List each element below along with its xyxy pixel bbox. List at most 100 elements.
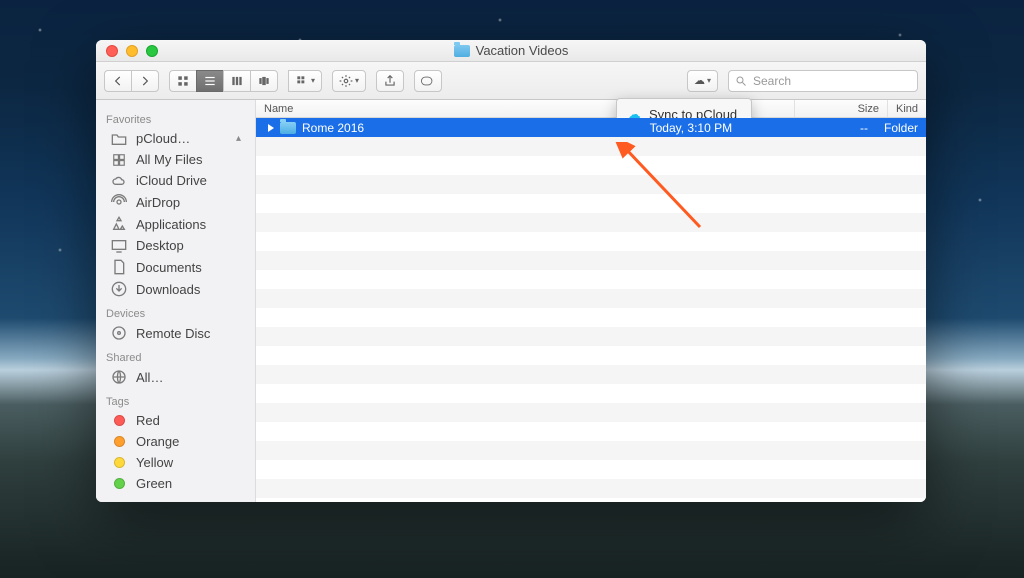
table-row[interactable] (256, 213, 926, 232)
sidebar-item-label: All My Files (136, 152, 202, 167)
disclosure-triangle-icon[interactable] (268, 124, 274, 132)
window-title-text: Vacation Videos (476, 43, 569, 58)
tag-icon (110, 436, 128, 447)
icon-view-button[interactable] (169, 70, 196, 92)
sidebar-item[interactable]: All… (96, 366, 255, 388)
chevron-left-icon (111, 74, 125, 88)
sidebar-item[interactable]: Remote Disc (96, 322, 255, 344)
cell-date: Today, 3:10 PM (642, 118, 785, 137)
view-mode-switcher (169, 70, 278, 92)
table-row[interactable]: Rome 2016Today, 3:10 PM--Folder (256, 118, 926, 137)
cell-name: Rome 2016 (256, 118, 642, 137)
sidebar-tag-item[interactable]: Yellow (96, 452, 255, 473)
arrange-button[interactable]: ▾ (288, 70, 322, 92)
tag-color-dot (114, 415, 125, 426)
file-name: Rome 2016 (302, 121, 364, 135)
sidebar-item-label: Downloads (136, 282, 200, 297)
chevron-down-icon: ▾ (355, 76, 359, 85)
table-row[interactable] (256, 308, 926, 327)
file-list[interactable]: Rome 2016Today, 3:10 PM--Folder (256, 118, 926, 502)
column-header-kind[interactable]: Kind (888, 100, 926, 117)
window-title: Vacation Videos (96, 43, 926, 58)
list-view-button[interactable] (196, 70, 223, 92)
disc-icon (110, 325, 128, 341)
table-row[interactable] (256, 346, 926, 365)
file-browser: Name ˄ Date Modified Size Kind Rome 2016… (256, 100, 926, 502)
table-row[interactable] (256, 289, 926, 308)
sidebar-item-label: Documents (136, 260, 202, 275)
all-icon (110, 153, 128, 167)
table-row[interactable] (256, 137, 926, 156)
cloud-icon: ☁ (694, 74, 705, 87)
cell-size: -- (785, 118, 876, 137)
zoom-window-button[interactable] (146, 45, 158, 57)
table-row[interactable] (256, 194, 926, 213)
sidebar-tag-item[interactable]: Red (96, 410, 255, 431)
sidebar-item-label: AirDrop (136, 195, 180, 210)
pcloud-toolbar-button[interactable]: ☁ ▾ (687, 70, 718, 92)
table-row[interactable] (256, 251, 926, 270)
titlebar[interactable]: Vacation Videos (96, 40, 926, 62)
table-row[interactable] (256, 441, 926, 460)
table-row[interactable] (256, 422, 926, 441)
column-name-label: Name (264, 103, 293, 115)
forward-button[interactable] (131, 70, 159, 92)
sidebar-item[interactable]: Desktop (96, 235, 255, 256)
window-controls (96, 45, 158, 57)
sidebar-item[interactable]: Applications (96, 213, 255, 235)
eject-icon[interactable]: ▴ (236, 133, 247, 144)
back-button[interactable] (104, 70, 131, 92)
sidebar-item[interactable]: pCloud… ▴ (96, 128, 255, 149)
folder-icon (110, 132, 128, 146)
share-button[interactable] (376, 70, 404, 92)
toolbar: ▾ ▾ ☁ ▾ Search ☁ Sync to pCloud (96, 62, 926, 100)
sidebar-item[interactable]: Documents (96, 256, 255, 278)
tag-icon (110, 457, 128, 468)
table-row[interactable] (256, 460, 926, 479)
column-size-label: Size (858, 103, 879, 115)
sidebar-item-label: iCloud Drive (136, 173, 207, 188)
columns-icon (230, 74, 244, 88)
sidebar-item[interactable]: iCloud Drive (96, 170, 255, 191)
sidebar-item-label: pCloud… (136, 131, 190, 146)
coverflow-view-button[interactable] (250, 70, 278, 92)
chevron-right-icon (138, 74, 152, 88)
nav-buttons (104, 70, 159, 92)
sidebar-item[interactable]: AirDrop (96, 191, 255, 213)
minimize-window-button[interactable] (126, 45, 138, 57)
gear-icon (339, 74, 353, 88)
table-row[interactable] (256, 384, 926, 403)
table-row[interactable] (256, 479, 926, 498)
search-field[interactable]: Search (728, 70, 918, 92)
action-button[interactable]: ▾ (332, 70, 366, 92)
sidebar-item[interactable]: Downloads (96, 278, 255, 300)
sidebar[interactable]: Favorites pCloud… ▴All My FilesiCloud Dr… (96, 100, 256, 502)
column-view-button[interactable] (223, 70, 250, 92)
chevron-down-icon: ▾ (311, 76, 315, 85)
table-row[interactable] (256, 232, 926, 251)
tags-button[interactable] (414, 70, 442, 92)
column-header-name[interactable]: Name ˄ (256, 100, 649, 117)
table-row[interactable] (256, 175, 926, 194)
table-row[interactable] (256, 327, 926, 346)
tag-icon (110, 415, 128, 426)
table-row[interactable] (256, 365, 926, 384)
sidebar-tag-item[interactable]: Green (96, 473, 255, 494)
table-row[interactable] (256, 156, 926, 175)
sidebar-item[interactable]: All My Files (96, 149, 255, 170)
sidebar-item-label: Yellow (136, 455, 173, 470)
cloud-icon (110, 174, 128, 188)
close-window-button[interactable] (106, 45, 118, 57)
downloads-icon (110, 281, 128, 297)
globe-icon (110, 369, 128, 385)
table-row[interactable] (256, 403, 926, 422)
sidebar-tag-item[interactable]: Orange (96, 431, 255, 452)
column-header-size[interactable]: Size (795, 100, 888, 117)
table-row[interactable] (256, 270, 926, 289)
sidebar-item-label: Orange (136, 434, 179, 449)
tag-color-dot (114, 478, 125, 489)
sidebar-item-label: Applications (136, 217, 206, 232)
tag-color-dot (114, 436, 125, 447)
tag-icon (421, 74, 435, 88)
search-icon (735, 75, 747, 87)
